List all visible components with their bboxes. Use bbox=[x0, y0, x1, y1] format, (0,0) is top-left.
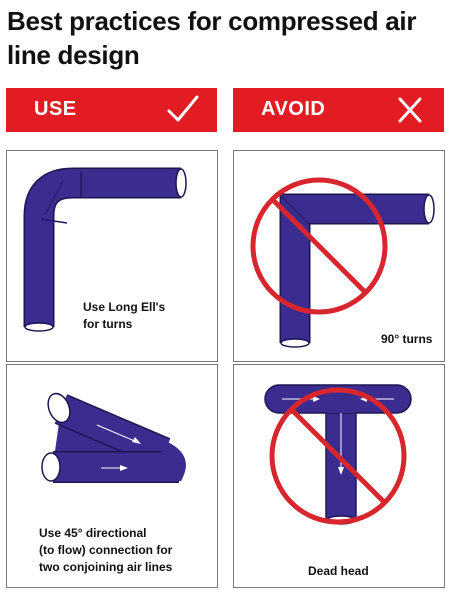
caption-line: Use 45° directional bbox=[39, 526, 147, 540]
panel-caption: 90° turns bbox=[381, 331, 432, 348]
panel-long-ell: Use Long Ell's for turns bbox=[6, 150, 218, 362]
dead-head-pipe-illustration bbox=[264, 384, 412, 525]
caption-line: for turns bbox=[83, 317, 133, 331]
use-banner: USE bbox=[6, 88, 217, 132]
caption-line: two conjoining air lines bbox=[39, 560, 173, 574]
panel-dead-head: Dead head bbox=[233, 364, 445, 588]
checkmark-icon bbox=[163, 92, 203, 134]
caption-line: Dead head bbox=[308, 564, 369, 578]
page-title: Best practices for compressed air line d… bbox=[7, 6, 417, 70]
panel-45-connection: Use 45° directional (to flow) connection… bbox=[6, 364, 218, 588]
panel-caption: Use 45° directional (to flow) connection… bbox=[39, 525, 172, 576]
caption-line: (to flow) connection for bbox=[39, 543, 173, 557]
use-label: USE bbox=[34, 98, 77, 120]
caption-line: 90° turns bbox=[381, 332, 433, 346]
panel-caption: Dead head bbox=[308, 563, 369, 580]
x-mark-icon bbox=[390, 92, 430, 134]
panel-caption: Use Long Ell's for turns bbox=[83, 299, 165, 333]
avoid-label: AVOID bbox=[261, 98, 326, 120]
caption-line: Use Long Ell's bbox=[83, 300, 166, 314]
avoid-banner: AVOID bbox=[233, 88, 444, 132]
panel-90-turns: 90° turns bbox=[233, 150, 445, 362]
